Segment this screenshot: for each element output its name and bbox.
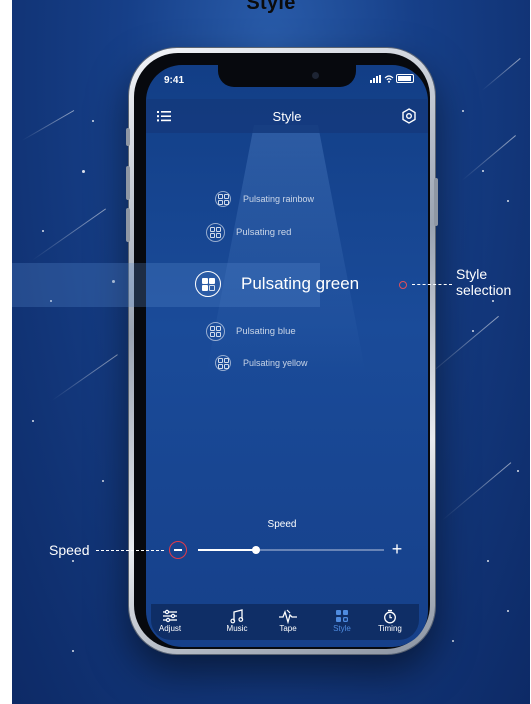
star-dot — [517, 470, 519, 472]
shooting-star-streak — [31, 208, 107, 261]
shooting-star-streak — [51, 354, 118, 401]
tab-label: Adjust — [158, 624, 182, 633]
star-dot — [487, 560, 489, 562]
shooting-star-streak — [21, 110, 75, 141]
settings-icon[interactable] — [400, 107, 418, 125]
mute-switch — [126, 128, 130, 146]
star-dot — [92, 120, 94, 122]
shooting-star-streak — [461, 135, 516, 181]
selection-indicator-dot — [399, 281, 407, 289]
style-option-green[interactable]: Pulsating green — [195, 271, 359, 297]
volume-down-button — [126, 208, 130, 242]
star-dot — [472, 330, 474, 332]
style-option-blue[interactable]: Pulsating blue — [206, 322, 296, 341]
tab-label: Music — [226, 624, 248, 633]
front-camera — [312, 72, 319, 79]
style-option-label: Pulsating yellow — [243, 358, 308, 368]
music-note-icon — [212, 608, 262, 624]
style-option-label: Pulsating blue — [236, 326, 296, 337]
style-callout-line — [412, 284, 452, 285]
style-grid-icon — [317, 608, 367, 624]
tab-label: Style — [333, 624, 351, 633]
nav-bar: Style — [146, 99, 428, 133]
style-pattern-icon — [206, 223, 225, 242]
speed-decrease-button[interactable] — [169, 541, 187, 559]
phone-bezel: 9:41 Style — [134, 53, 430, 649]
tab-tape[interactable]: Tape — [263, 608, 313, 633]
star-dot — [72, 560, 74, 562]
style-selection-callout: Style selection — [456, 266, 512, 298]
notch — [218, 65, 356, 87]
style-pattern-icon — [206, 322, 225, 341]
star-dot — [102, 480, 104, 482]
volume-up-button — [126, 166, 130, 200]
speed-label: Speed — [267, 519, 297, 530]
tab-music[interactable]: Music — [212, 608, 262, 633]
style-option-rainbow[interactable]: Pulsating rainbow — [215, 191, 314, 207]
tab-label: Timing — [378, 624, 402, 633]
tape-icon — [263, 608, 313, 624]
speed-callout: Speed — [49, 542, 90, 558]
top-cropped-text: Style — [246, 0, 296, 14]
star-dot — [42, 230, 44, 232]
tab-label: Tape — [279, 624, 297, 633]
style-option-label: Pulsating rainbow — [243, 194, 315, 204]
phone-frame: 9:41 Style — [126, 48, 438, 654]
star-dot — [507, 200, 509, 202]
speed-slider-fill — [198, 549, 256, 551]
status-icons — [370, 74, 414, 83]
star-dot — [462, 110, 464, 112]
tab-bar: Adjust Music Tape Style Timing — [151, 604, 419, 640]
star-dot — [32, 420, 34, 422]
style-pattern-icon — [195, 271, 221, 297]
speed-slider[interactable] — [198, 546, 384, 554]
star-dot — [482, 170, 484, 172]
style-pattern-icon — [215, 191, 231, 207]
signal-icon — [370, 74, 381, 83]
page-title: Style — [272, 109, 302, 124]
tab-timing[interactable]: Timing — [365, 608, 415, 633]
shooting-star-streak — [441, 462, 512, 521]
speed-slider-thumb[interactable] — [251, 546, 260, 554]
star-dot — [72, 650, 74, 652]
power-button — [434, 178, 438, 226]
wifi-icon — [384, 74, 394, 83]
star-dot — [507, 610, 509, 612]
star-dot — [452, 640, 454, 642]
style-option-label: Pulsating red — [236, 227, 292, 238]
star-dot — [492, 300, 494, 302]
style-option-yellow[interactable]: Pulsating yellow — [215, 355, 308, 371]
star-dot — [82, 170, 85, 173]
timer-icon — [365, 608, 415, 624]
status-time: 9:41 — [164, 75, 185, 86]
style-option-red[interactable]: Pulsating red — [206, 223, 291, 242]
speed-callout-line — [96, 550, 164, 551]
style-option-label-selected: Pulsating green — [241, 274, 360, 293]
style-pattern-icon — [215, 355, 231, 371]
tab-adjust[interactable]: Adjust — [145, 608, 195, 633]
speed-increase-button[interactable]: + — [390, 540, 404, 558]
battery-icon — [396, 74, 414, 83]
tab-style[interactable]: Style — [317, 608, 367, 633]
background-scene: Style 9:41 Style Pulsating rainbow Pulsa… — [12, 0, 530, 704]
sliders-icon — [145, 608, 195, 624]
shooting-star-streak — [481, 57, 521, 91]
